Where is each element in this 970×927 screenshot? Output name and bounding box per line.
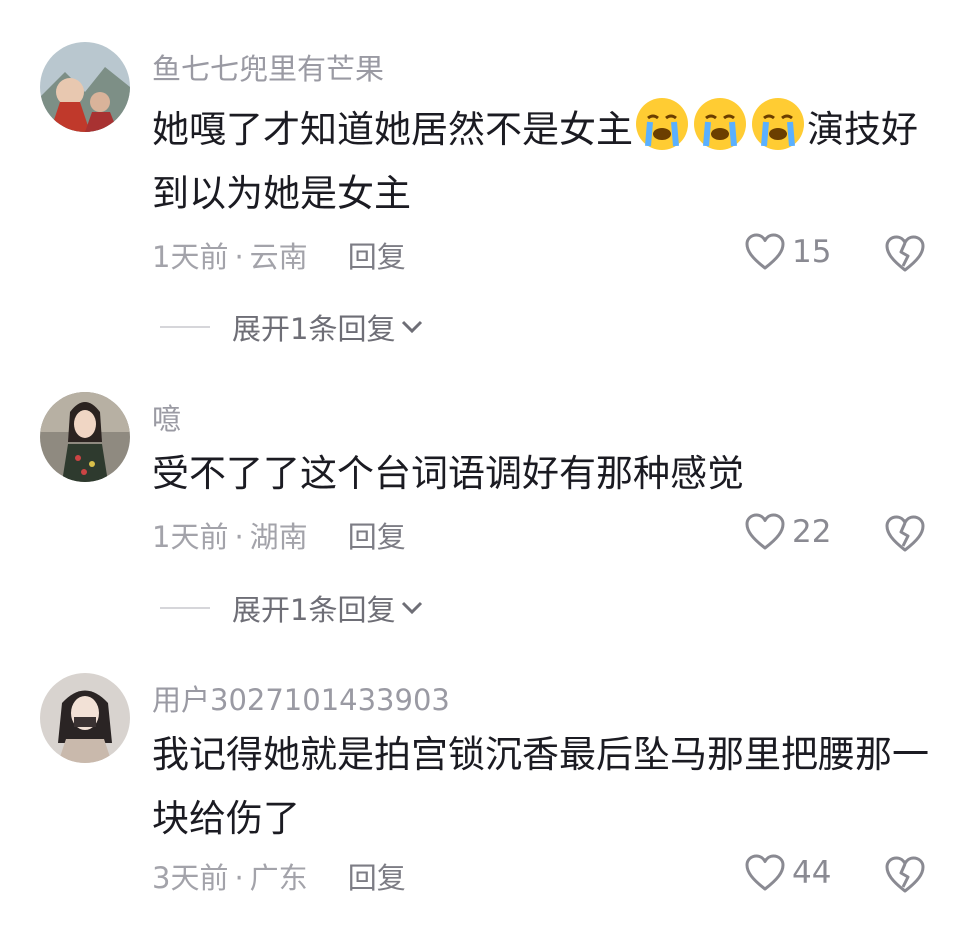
- loudly-crying-face-emoji: [692, 96, 748, 152]
- comment-text-part: 演技好: [807, 108, 918, 151]
- expand-label: 展开1条回复: [232, 593, 396, 627]
- comment-location: 广东: [249, 861, 308, 895]
- comment-text-part: 她嘎了才知道她居然不是女主: [152, 108, 633, 151]
- divider: [160, 607, 210, 609]
- avatar[interactable]: [40, 42, 130, 132]
- like-button[interactable]: 15: [744, 232, 831, 272]
- dislike-button[interactable]: [884, 855, 926, 899]
- comment-text: 我记得她就是拍宫锁沉香最后坠马那里把腰那一 块给伤了: [152, 723, 932, 851]
- comment-time: 1天前: [152, 240, 229, 274]
- heart-outline-icon: [745, 854, 785, 891]
- username[interactable]: 用户3027101433903: [152, 677, 450, 719]
- heart-outline-icon: [745, 513, 785, 550]
- comment-time: 3天前: [152, 861, 229, 895]
- broken-heart-icon: [885, 856, 925, 893]
- broken-heart-icon: [885, 235, 925, 272]
- comment-time: 1天前: [152, 520, 229, 554]
- avatar[interactable]: [40, 392, 130, 482]
- comment-text-part: 我记得她就是拍宫锁沉香最后坠马那里把腰那一: [152, 733, 929, 776]
- like-count: 22: [792, 514, 832, 550]
- username[interactable]: 噫: [152, 396, 181, 438]
- like-button[interactable]: 44: [744, 853, 831, 893]
- like-count: 15: [792, 234, 832, 270]
- separator: ·: [234, 861, 244, 895]
- comment-text-part: 块给伤了: [152, 797, 300, 840]
- dislike-button[interactable]: [884, 514, 926, 558]
- comment-meta: 1天前 · 云南 回复: [152, 234, 406, 276]
- chevron-down-icon: [402, 320, 423, 334]
- expand-label: 展开1条回复: [232, 312, 396, 346]
- comment-meta: 1天前 · 湖南 回复: [152, 514, 406, 556]
- comment-text: 受不了了这个台词语调好有那种感觉: [152, 442, 932, 506]
- username[interactable]: 鱼七七兜里有芒果: [152, 46, 384, 88]
- divider: [160, 326, 210, 328]
- reply-button[interactable]: 回复: [348, 240, 406, 274]
- comment-meta: 3天前 · 广东 回复: [152, 855, 406, 897]
- separator: ·: [234, 240, 244, 274]
- heart-outline-icon: [745, 233, 785, 270]
- expand-replies-button[interactable]: 展开1条回复: [160, 306, 423, 348]
- broken-heart-icon: [885, 515, 925, 552]
- comment-location: 云南: [249, 240, 308, 274]
- avatar[interactable]: [40, 673, 130, 763]
- like-button[interactable]: 22: [744, 512, 831, 552]
- like-count: 44: [792, 855, 832, 891]
- comment-text-part: 到以为她是女主: [152, 172, 411, 215]
- comment-location: 湖南: [249, 520, 308, 554]
- chevron-down-icon: [402, 601, 423, 615]
- loudly-crying-face-emoji: [634, 96, 690, 152]
- comment-text-part: 受不了了这个台词语调好有那种感觉: [152, 452, 744, 495]
- separator: ·: [234, 520, 244, 554]
- loudly-crying-face-emoji: [750, 96, 806, 152]
- dislike-button[interactable]: [884, 234, 926, 278]
- reply-button[interactable]: 回复: [348, 520, 406, 554]
- reply-button[interactable]: 回复: [348, 861, 406, 895]
- expand-replies-button[interactable]: 展开1条回复: [160, 587, 423, 629]
- comment-text: 她嘎了才知道她居然不是女主 演技好 到以为她是女主: [152, 96, 932, 226]
